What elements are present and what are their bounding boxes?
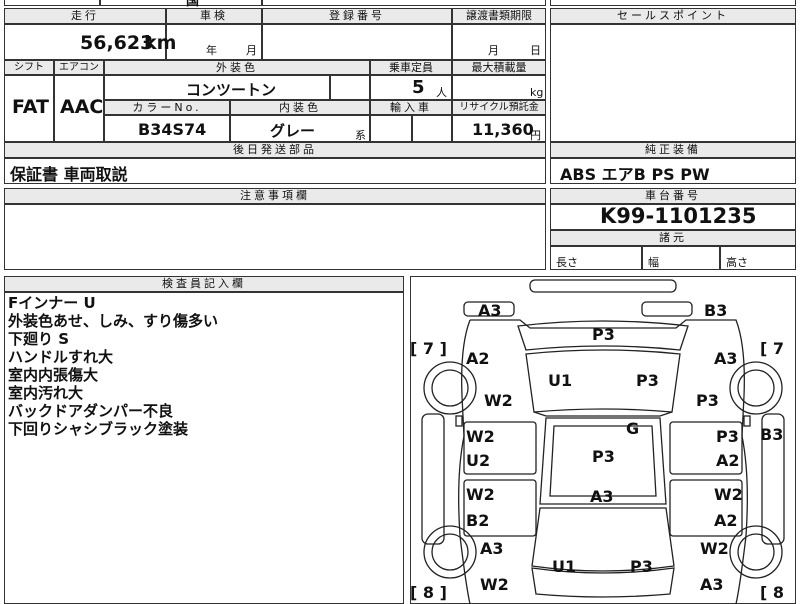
inspection-year-unit: 年 (206, 44, 217, 57)
note-line: ハンドルすれ大 (8, 348, 114, 366)
mark-wheel-fl: W2 (484, 391, 513, 410)
mark-door-fl-2: U2 (466, 451, 490, 470)
later-parts-value: 保証書 車両取説 (10, 165, 128, 184)
equipment-header: 純正装備 (550, 142, 796, 158)
exterior-color-value: コンツートン (186, 81, 277, 99)
note-line: バックドアダンパー不良 (8, 402, 174, 420)
later-parts-header: 後日発送部品 (4, 142, 546, 158)
transfer-day-unit: 日 (530, 44, 541, 57)
import-header: 輸入車 (370, 100, 452, 115)
label-right-eight: [ 8 (760, 583, 784, 602)
top-strip-left (4, 0, 100, 6)
mark-door-rl-2: B2 (466, 511, 489, 530)
note-line: 室内汚れ大 (8, 384, 84, 402)
mark-rear-window: U1 (552, 557, 576, 576)
mark-windshield: U1 (548, 371, 572, 390)
inspector-notes: Fインナー U 外装色あせ、しみ、すり傷多い 下廻り S ハンドルすれ大 室内内… (8, 294, 218, 438)
label-right-seven: [ 7 (760, 339, 784, 358)
interior-color-header: 内装色 (230, 100, 370, 115)
max-load-header: 最大積載量 (452, 60, 546, 75)
dim-width-label: 幅 (648, 256, 659, 269)
transfer-header: 譲渡書類期限 (452, 8, 546, 24)
top-strip-right (262, 0, 546, 6)
note-line: 外装色あせ、しみ、すり傷多い (8, 312, 219, 330)
registration-header: 登録番号 (262, 8, 452, 24)
mileage-header: 走行 (4, 8, 166, 24)
mark-door-fr-2: A2 (716, 451, 740, 470)
mark-door-fl-1: W2 (466, 427, 495, 446)
mark-roof: G (626, 419, 639, 438)
dim-height-label: 高さ (726, 256, 748, 269)
mark-bumper-rr: A3 (700, 575, 724, 594)
mileage-unit: km (144, 32, 177, 54)
mark-roof-center: P3 (592, 447, 615, 466)
sales-point-header: セールスポイント (550, 8, 796, 24)
top-strip-far (550, 0, 796, 6)
mark-wheel-fr: P3 (696, 391, 719, 410)
shift-value: FAT (12, 96, 49, 118)
label-left-eight: [ 8 ] (410, 583, 447, 602)
label-left-seven: [ 7 ] (410, 339, 447, 358)
interior-color-suffix: 系 (355, 129, 366, 142)
sales-point-box (550, 24, 796, 142)
mark-side-right: B3 (760, 425, 783, 444)
dimensions-header: 諸元 (550, 230, 796, 246)
mark-rear-center: P3 (630, 557, 653, 576)
recycle-header: リサイクル預託金 (452, 100, 546, 115)
chassis-header: 車台番号 (550, 188, 796, 204)
aircon-value: AAC (60, 96, 104, 118)
chassis-value: K99-1101235 (600, 204, 757, 228)
note-line: 下回りシャシブラック塗装 (8, 420, 189, 438)
mark-front-right: B3 (704, 301, 727, 320)
max-load-unit: kg (530, 86, 544, 99)
mark-front-left: A3 (478, 301, 502, 320)
exterior-color-header: 外装色 (104, 60, 370, 75)
caution-box (4, 204, 546, 270)
mark-quarter-rl: A3 (480, 539, 504, 558)
equipment-value: ABS エアB PS PW (560, 165, 710, 184)
note-line: 室内内張傷大 (8, 366, 99, 384)
capacity-value: 5 (412, 77, 425, 98)
mark-door-rr-1: W2 (714, 485, 743, 504)
interior-color-value: グレー (270, 122, 316, 140)
import-cell-a (370, 115, 412, 142)
capacity-header: 乗車定員 (370, 60, 452, 75)
top-strip-mid (100, 0, 262, 6)
mark-door-rl-1: W2 (466, 485, 495, 504)
registration-cell (262, 24, 452, 60)
caution-header: 注意事項欄 (4, 188, 546, 204)
inspector-header: 検査員記入欄 (4, 276, 404, 292)
mark-roof-front: P3 (636, 371, 659, 390)
dim-length-label: 長さ (556, 256, 578, 269)
import-cell-b (412, 115, 452, 142)
car-diagram: [ 7 ] [ 7 [ 8 ] [ 8 A3 B3 P3 A2 A3 U1 P3… (410, 279, 785, 604)
recycle-value: 11,360 (472, 120, 534, 139)
mark-door-fr-1: P3 (716, 427, 739, 446)
capacity-unit: 人 (436, 86, 447, 99)
color-no-value: B34S74 (138, 120, 207, 139)
mark-wheel-rr: W2 (700, 539, 729, 558)
inspection-header: 車検 (166, 8, 262, 24)
transfer-month-unit: 月 (488, 44, 499, 57)
recycle-unit: 円 (530, 129, 541, 142)
mark-door-rr-2: A2 (714, 511, 738, 530)
shift-header: シフト (4, 60, 54, 75)
note-line: 下廻り S (8, 330, 70, 348)
note-line: Fインナー U (8, 294, 96, 312)
aircon-header: エアコン (54, 60, 104, 75)
mark-bumper-rl: W2 (480, 575, 509, 594)
color-no-header: カラーNo. (104, 100, 230, 115)
mark-bonnet: P3 (592, 325, 615, 344)
inspection-month-unit: 月 (246, 44, 257, 57)
mark-fender-fr: A3 (714, 349, 738, 368)
mark-lower-center: A3 (590, 487, 614, 506)
exterior-color-cell-b (330, 75, 370, 100)
mark-fender-fl: A2 (466, 349, 490, 368)
mileage-value: 56,623 (80, 32, 154, 54)
